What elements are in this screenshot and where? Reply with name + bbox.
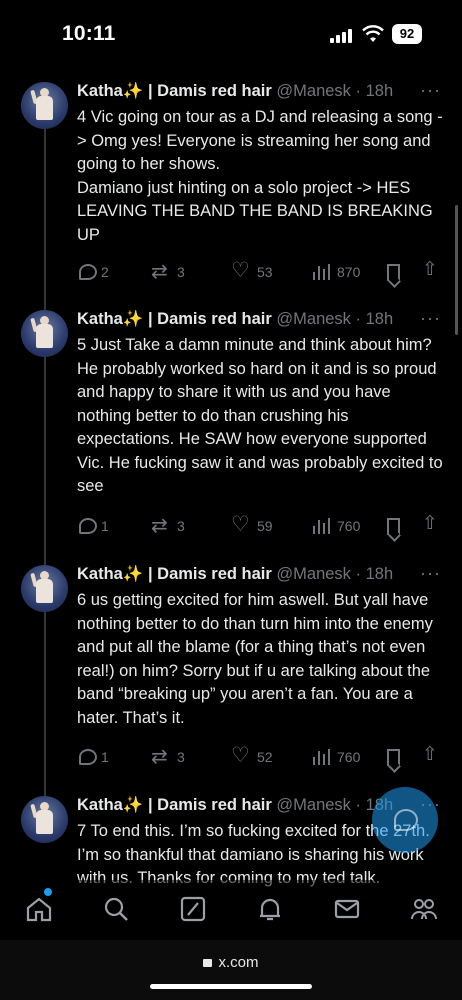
handle-time[interactable]: @Manesk · 18h bbox=[276, 565, 393, 583]
repost-button[interactable]: 3 bbox=[151, 513, 185, 538]
browser-url-bar[interactable]: x.com bbox=[0, 940, 462, 1000]
share-button[interactable] bbox=[421, 258, 443, 284]
notification-dot bbox=[44, 888, 52, 896]
home-icon[interactable] bbox=[24, 894, 54, 924]
reply-count: 1 bbox=[101, 518, 109, 534]
like-button[interactable]: 52 bbox=[231, 743, 273, 769]
communities-icon[interactable] bbox=[409, 894, 439, 924]
tweet-header: Katha✨ | Damis red hair @Manesk · 18h bbox=[77, 310, 447, 334]
share-button[interactable] bbox=[421, 743, 443, 769]
repost-icon bbox=[151, 744, 173, 769]
like-icon bbox=[231, 743, 253, 768]
like-count: 52 bbox=[257, 749, 273, 765]
avatar[interactable] bbox=[21, 565, 68, 612]
tweet-text: 6 us getting excited for him aswell. But… bbox=[77, 591, 433, 727]
like-button[interactable]: 53 bbox=[231, 258, 273, 284]
like-count: 59 bbox=[257, 518, 273, 534]
display-name[interactable]: Katha✨ | Damis red hair bbox=[77, 310, 272, 328]
tweet-header: Katha✨ | Damis red hair @Manesk · 18h bbox=[77, 565, 447, 589]
avatar[interactable] bbox=[21, 310, 68, 357]
search-icon[interactable] bbox=[101, 894, 131, 924]
views-button[interactable]: 760 bbox=[311, 514, 360, 538]
cellular-signal-icon bbox=[330, 27, 352, 43]
views-icon bbox=[311, 747, 333, 767]
like-icon bbox=[231, 512, 253, 537]
url-text: x.com bbox=[218, 954, 259, 971]
thread-line bbox=[44, 106, 46, 806]
repost-count: 3 bbox=[177, 518, 185, 534]
bookmark-icon bbox=[387, 517, 400, 535]
like-icon bbox=[231, 258, 253, 283]
reply-button[interactable]: 1 bbox=[79, 514, 109, 538]
display-name[interactable]: Katha✨ | Damis red hair bbox=[77, 82, 272, 100]
display-name[interactable]: Katha✨ | Damis red hair bbox=[77, 565, 272, 583]
views-icon bbox=[311, 516, 333, 536]
scrollbar[interactable] bbox=[455, 205, 458, 335]
tweet-actions: 2 3 53 870 bbox=[77, 258, 447, 284]
display-name[interactable]: Katha✨ | Damis red hair bbox=[77, 796, 272, 814]
views-count: 760 bbox=[337, 749, 361, 765]
like-button[interactable]: 59 bbox=[231, 512, 273, 538]
avatar[interactable] bbox=[21, 82, 68, 129]
bookmark-icon bbox=[387, 263, 400, 281]
share-icon bbox=[421, 512, 439, 536]
tweet-actions: 1 3 52 760 bbox=[77, 743, 447, 769]
handle-time[interactable]: @Manesk · 18h bbox=[276, 310, 393, 328]
handle-time[interactable]: @Manesk · 18h bbox=[276, 82, 393, 100]
lock-icon bbox=[203, 959, 213, 967]
tweet-text: 5 Just Take a damn minute and think abou… bbox=[77, 336, 443, 495]
views-button[interactable]: 760 bbox=[311, 745, 360, 769]
tweet-header: Katha✨ | Damis red hair @Manesk · 18h bbox=[77, 82, 447, 106]
repost-button[interactable]: 3 bbox=[151, 259, 185, 284]
home-indicator[interactable] bbox=[150, 984, 312, 989]
views-count: 870 bbox=[337, 264, 361, 280]
share-icon bbox=[421, 258, 439, 282]
reply-icon bbox=[79, 518, 97, 534]
more-options-icon[interactable]: ··· bbox=[420, 80, 441, 101]
tweet-actions: 1 3 59 760 bbox=[77, 512, 447, 538]
share-button[interactable] bbox=[421, 512, 443, 538]
like-count: 53 bbox=[257, 264, 273, 280]
bookmark-button[interactable] bbox=[387, 745, 404, 769]
tweet-text: 4 Vic going on tour as a DJ and releasin… bbox=[77, 108, 443, 244]
compose-grok-icon[interactable] bbox=[178, 894, 208, 924]
wifi-icon bbox=[362, 25, 384, 42]
reply-button[interactable]: 1 bbox=[79, 745, 109, 769]
reply-icon bbox=[79, 264, 97, 280]
repost-count: 3 bbox=[177, 264, 185, 280]
more-options-icon[interactable]: ··· bbox=[420, 563, 441, 584]
bottom-nav bbox=[0, 880, 462, 940]
repost-count: 3 bbox=[177, 749, 185, 765]
repost-icon bbox=[151, 259, 173, 284]
views-icon bbox=[311, 262, 333, 282]
bookmark-button[interactable] bbox=[387, 514, 404, 538]
views-count: 760 bbox=[337, 518, 361, 534]
share-icon bbox=[421, 743, 439, 767]
views-button[interactable]: 870 bbox=[311, 260, 360, 284]
repost-icon bbox=[151, 513, 173, 538]
bookmark-button[interactable] bbox=[387, 260, 404, 284]
avatar[interactable] bbox=[21, 796, 68, 843]
status-bar: 10:11 92 bbox=[0, 0, 462, 70]
status-time: 10:11 bbox=[62, 22, 116, 45]
notifications-icon[interactable] bbox=[255, 894, 285, 924]
battery-indicator: 92 bbox=[392, 24, 422, 44]
more-options-icon[interactable]: ··· bbox=[420, 308, 441, 329]
repost-button[interactable]: 3 bbox=[151, 744, 185, 769]
reply-count: 1 bbox=[101, 749, 109, 765]
bookmark-icon bbox=[387, 748, 400, 766]
messages-icon[interactable] bbox=[332, 894, 362, 924]
reply-count: 2 bbox=[101, 264, 109, 280]
compose-fab[interactable] bbox=[372, 787, 438, 853]
url-display[interactable]: x.com bbox=[0, 954, 462, 971]
reply-icon bbox=[79, 749, 97, 765]
reply-button[interactable]: 2 bbox=[79, 260, 109, 284]
